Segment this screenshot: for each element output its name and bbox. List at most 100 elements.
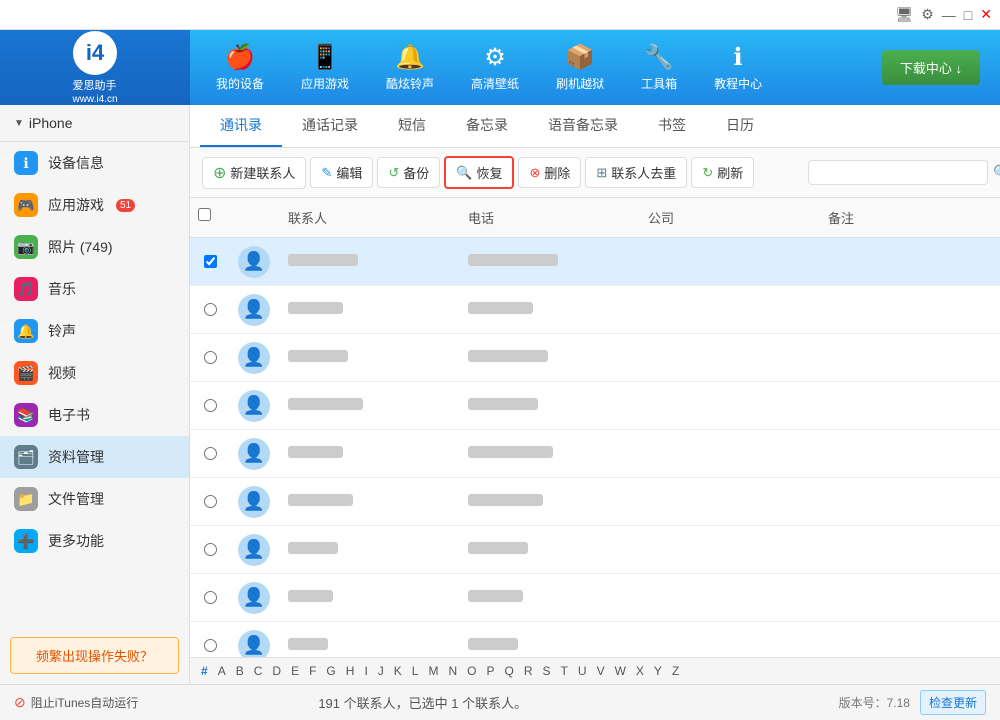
row-select-0[interactable] (204, 255, 217, 268)
alpha-B[interactable]: B (233, 662, 247, 680)
header-name: 联系人 (280, 204, 460, 231)
nav-item-tutorial[interactable]: ℹ教程中心 (698, 35, 778, 100)
tab-calendar[interactable]: 日历 (706, 105, 774, 147)
tab-contacts[interactable]: 通讯录 (200, 105, 282, 147)
sidebar-device: ▼ iPhone (0, 105, 189, 142)
alpha-Z[interactable]: Z (669, 662, 682, 680)
alpha-V[interactable]: V (594, 662, 608, 680)
minimize-icon[interactable]: — (942, 7, 956, 23)
table-row[interactable]: 👤 (190, 526, 1000, 574)
alpha-X[interactable]: X (633, 662, 647, 680)
alpha-L[interactable]: L (409, 662, 422, 680)
nav-item-ringtone[interactable]: 🔔酷炫铃声 (370, 35, 450, 100)
refresh-btn[interactable]: ↻ 刷新 (691, 157, 754, 188)
row-phone-4 (460, 440, 640, 467)
phone-blur-2 (468, 350, 548, 362)
row-select-1[interactable] (204, 303, 217, 316)
alpha-D[interactable]: D (269, 662, 284, 680)
row-select-7[interactable] (204, 591, 217, 604)
alpha-F[interactable]: F (306, 662, 319, 680)
maximize-icon[interactable]: □ (964, 7, 972, 23)
sidebar-item-data-mgmt[interactable]: 🗂资料管理 (0, 436, 189, 478)
sidebar-item-file-mgmt[interactable]: 📁文件管理 (0, 478, 189, 520)
row-company-8 (640, 640, 820, 652)
trouble-btn[interactable]: 频繁出现操作失败？ (10, 637, 179, 674)
nav-item-toolbox[interactable]: 🔧工具箱 (625, 35, 693, 100)
name-blur-1 (288, 302, 343, 314)
nav-item-wallpaper[interactable]: ⚙高清壁纸 (455, 35, 535, 100)
sidebar-item-photo[interactable]: 📷照片 (749) (0, 226, 189, 268)
contact-status: 191 个联系人，已选中 1 个联系人。 (318, 693, 527, 712)
alpha-M[interactable]: M (425, 662, 441, 680)
alpha-U[interactable]: U (575, 662, 590, 680)
alpha-A[interactable]: A (215, 662, 229, 680)
restore-btn[interactable]: 🔍 恢复 (444, 156, 514, 189)
alpha-O[interactable]: O (464, 662, 479, 680)
alpha-P[interactable]: P (484, 662, 498, 680)
delete-icon: ⊗ (529, 165, 540, 181)
nav-item-my-device[interactable]: 🍎我的设备 (200, 35, 280, 100)
alpha-C[interactable]: C (251, 662, 266, 680)
download-btn[interactable]: 下载中心 ↓ (882, 50, 980, 85)
select-all-checkbox[interactable] (198, 208, 211, 221)
alpha-#[interactable]: # (198, 662, 211, 680)
alpha-E[interactable]: E (288, 662, 302, 680)
tab-voice-notes[interactable]: 语音备忘录 (528, 105, 638, 147)
alpha-R[interactable]: R (521, 662, 536, 680)
search-input[interactable] (817, 165, 993, 180)
row-select-8[interactable] (204, 639, 217, 652)
alpha-H[interactable]: H (343, 662, 358, 680)
table-row[interactable]: 👤 (190, 478, 1000, 526)
alpha-W[interactable]: W (612, 662, 629, 680)
close-icon[interactable]: ✕ (980, 6, 992, 23)
alpha-Y[interactable]: Y (651, 662, 665, 680)
row-select-5[interactable] (204, 495, 217, 508)
alpha-N[interactable]: N (445, 662, 460, 680)
alpha-I[interactable]: I (361, 662, 370, 680)
alpha-J[interactable]: J (375, 662, 387, 680)
sidebar-item-ringtone[interactable]: 🔔铃声 (0, 310, 189, 352)
table-row[interactable]: 👤 (190, 382, 1000, 430)
delete-btn[interactable]: ⊗ 删除 (518, 157, 581, 188)
table-row[interactable]: 👤 (190, 334, 1000, 382)
backup-btn[interactable]: ↺ 备份 (377, 157, 440, 188)
row-select-3[interactable] (204, 399, 217, 412)
settings-icon[interactable]: ⚙ (921, 6, 934, 23)
collapse-icon[interactable]: ▼ (14, 118, 24, 129)
nav-item-jailbreak[interactable]: 📦刷机越狱 (540, 35, 620, 100)
tab-call-log[interactable]: 通话记录 (282, 105, 378, 147)
sidebar-item-more[interactable]: ➕更多功能 (0, 520, 189, 562)
table-row[interactable]: 👤 (190, 622, 1000, 657)
sidebar-item-app-game[interactable]: 🎮应用游戏51 (0, 184, 189, 226)
nav-item-app-game[interactable]: 📱应用游戏 (285, 35, 365, 100)
table-row[interactable]: 👤 (190, 430, 1000, 478)
sidebar-item-ebook[interactable]: 📚电子书 (0, 394, 189, 436)
dedup-btn[interactable]: ⊞ 联系人去重 (585, 157, 687, 188)
row-select-2[interactable] (204, 351, 217, 364)
table-row[interactable]: 👤 (190, 286, 1000, 334)
sidebar-label-ebook: 电子书 (48, 405, 90, 425)
alpha-S[interactable]: S (540, 662, 554, 680)
sidebar-item-music[interactable]: 🎵音乐 (0, 268, 189, 310)
sidebar-item-video[interactable]: 🎬视频 (0, 352, 189, 394)
alpha-G[interactable]: G (323, 662, 338, 680)
table-row[interactable]: 👤 (190, 238, 1000, 286)
sidebar-label-video: 视频 (48, 363, 76, 383)
tab-bookmarks[interactable]: 书签 (638, 105, 706, 147)
name-blur-8 (288, 638, 328, 650)
table-row[interactable]: 👤 (190, 574, 1000, 622)
tab-sms[interactable]: 短信 (378, 105, 446, 147)
row-select-4[interactable] (204, 447, 217, 460)
alpha-T[interactable]: T (558, 662, 571, 680)
check-update-btn[interactable]: 检查更新 (920, 690, 986, 715)
edit-btn[interactable]: ✎ 编辑 (310, 157, 373, 188)
alpha-Q[interactable]: Q (502, 662, 517, 680)
row-checkbox-cell (190, 489, 230, 514)
row-select-6[interactable] (204, 543, 217, 556)
new-contact-btn[interactable]: ⊕ 新建联系人 (202, 157, 306, 189)
row-note-3 (820, 400, 1000, 412)
name-blur-4 (288, 446, 343, 458)
alpha-K[interactable]: K (391, 662, 405, 680)
sidebar-item-device-info[interactable]: ℹ设备信息 (0, 142, 189, 184)
tab-notes[interactable]: 备忘录 (446, 105, 528, 147)
